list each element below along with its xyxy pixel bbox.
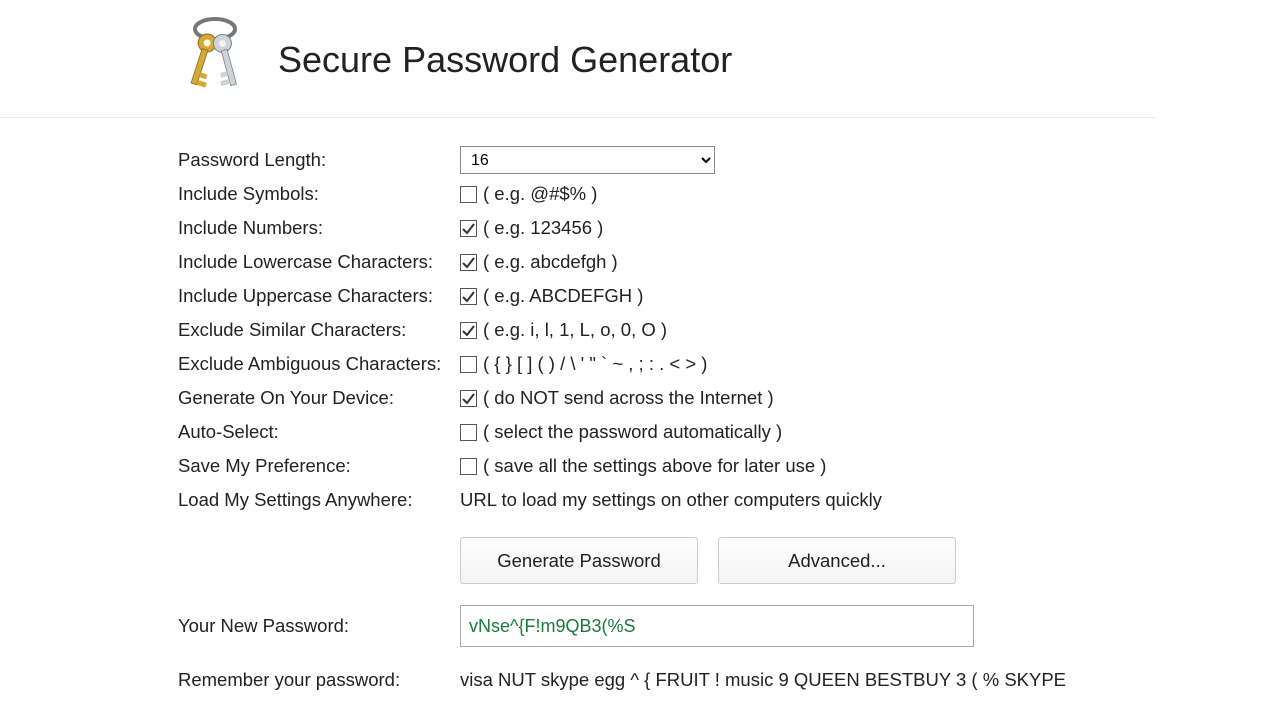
savepref-label: Save My Preference: bbox=[178, 455, 460, 477]
device-hint: ( do NOT send across the Internet ) bbox=[483, 387, 774, 409]
page-title: Secure Password Generator bbox=[278, 39, 732, 81]
upper-hint: ( e.g. ABCDEFGH ) bbox=[483, 285, 643, 307]
output-label: Your New Password: bbox=[178, 615, 460, 637]
options-form: Password Length: 16 Include Symbols: ( e… bbox=[0, 143, 1280, 517]
numbers-checkbox[interactable] bbox=[460, 220, 477, 237]
symbols-label: Include Symbols: bbox=[178, 183, 460, 205]
lower-checkbox[interactable] bbox=[460, 254, 477, 271]
numbers-label: Include Numbers: bbox=[178, 217, 460, 239]
symbols-hint: ( e.g. @#$% ) bbox=[483, 183, 597, 205]
keys-icon bbox=[180, 15, 250, 105]
ambiguous-checkbox[interactable] bbox=[460, 356, 477, 373]
device-checkbox[interactable] bbox=[460, 390, 477, 407]
device-label: Generate On Your Device: bbox=[178, 387, 460, 409]
ambiguous-hint: ( { } [ ] ( ) / \ ' " ` ~ , ; : . < > ) bbox=[483, 353, 707, 375]
similar-checkbox[interactable] bbox=[460, 322, 477, 339]
loadurl-link[interactable]: URL to load my settings on other compute… bbox=[460, 489, 882, 511]
savepref-checkbox[interactable] bbox=[460, 458, 477, 475]
numbers-hint: ( e.g. 123456 ) bbox=[483, 217, 603, 239]
ambiguous-label: Exclude Ambiguous Characters: bbox=[178, 353, 460, 375]
autosel-checkbox[interactable] bbox=[460, 424, 477, 441]
lower-hint: ( e.g. abcdefgh ) bbox=[483, 251, 618, 273]
mnemonic-label: Remember your password: bbox=[178, 669, 460, 691]
length-select[interactable]: 16 bbox=[460, 146, 715, 174]
similar-hint: ( e.g. i, l, 1, L, o, 0, O ) bbox=[483, 319, 667, 341]
similar-label: Exclude Similar Characters: bbox=[178, 319, 460, 341]
password-value: vNse^{F!m9QB3(%S bbox=[469, 616, 636, 637]
length-label: Password Length: bbox=[178, 149, 460, 171]
autosel-hint: ( select the password automatically ) bbox=[483, 421, 782, 443]
password-output[interactable]: vNse^{F!m9QB3(%S bbox=[460, 605, 974, 647]
savepref-hint: ( save all the settings above for later … bbox=[483, 455, 826, 477]
mnemonic-text: visa NUT skype egg ^ { FRUIT ! music 9 Q… bbox=[460, 669, 1066, 691]
upper-checkbox[interactable] bbox=[460, 288, 477, 305]
page-header: Secure Password Generator bbox=[0, 15, 1156, 118]
autosel-label: Auto-Select: bbox=[178, 421, 460, 443]
loadurl-label: Load My Settings Anywhere: bbox=[178, 489, 460, 511]
advanced-button[interactable]: Advanced... bbox=[718, 537, 956, 584]
generate-button[interactable]: Generate Password bbox=[460, 537, 698, 584]
upper-label: Include Uppercase Characters: bbox=[178, 285, 460, 307]
lower-label: Include Lowercase Characters: bbox=[178, 251, 460, 273]
symbols-checkbox[interactable] bbox=[460, 186, 477, 203]
